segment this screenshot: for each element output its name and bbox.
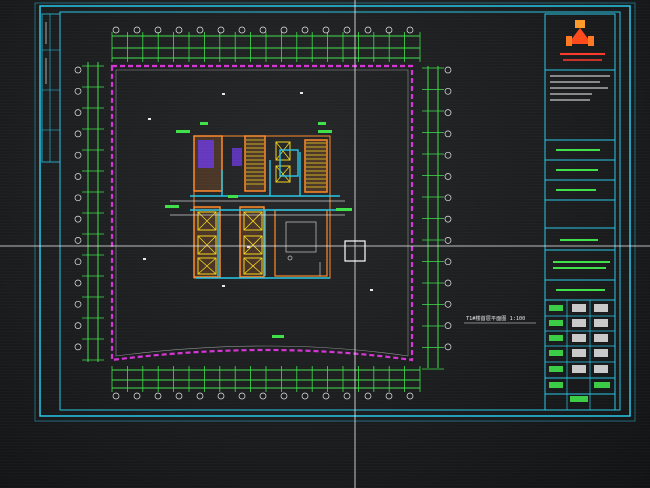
top-dimension-ticks [111,32,421,62]
grid-bubble-left [74,258,82,266]
plan-title-group: T1#楼首层平面图 1:100 [464,314,536,324]
grid-bubble-left [74,151,82,159]
grid-bubble-top [406,26,414,34]
grid-bubble-bottom [280,392,288,400]
logo-icon [566,20,594,46]
grid-bubble-right [444,151,452,159]
cad-viewport[interactable]: T1#楼首层平面图 1:100 [0,0,650,488]
grid-bubble-bottom [322,392,330,400]
grid-bubble-right [444,109,452,116]
grid-bubble-top [196,26,204,34]
grid-bubble-top [322,26,330,34]
grid-bubble-left [74,237,82,244]
grid-bubble-left [74,130,82,138]
elevator-shaft [275,165,291,183]
grid-bubble-top [364,26,372,34]
grid-bubble-left [74,215,82,223]
bottom-dimension-ticks [111,366,421,392]
grid-bubble-bottom [133,392,141,400]
grid-bubble-bottom [385,392,393,400]
core-walls [193,135,331,279]
drawing-canvas[interactable]: T1#楼首层平面图 1:100 [0,0,650,488]
grid-bubble-right [444,279,452,287]
grid-bubble-bottom [343,392,351,400]
grid-bubble-bottom [406,392,414,400]
grid-bubble-left [74,173,82,180]
grid-bubble-bottom [196,392,204,400]
grid-bubble-top [259,26,267,34]
grid-bubble-left [74,322,82,329]
grid-bubble-right [444,322,452,329]
grid-bubble-bottom [238,392,246,400]
grid-bubble-bottom [112,392,120,400]
grid-bubble-top [343,26,351,34]
grid-bubble-right [444,237,452,244]
right-dimension-ticks [422,67,444,370]
grid-bubble-bottom [259,392,267,400]
grid-bubble-left [74,109,82,116]
grid-bubble-right [444,258,452,266]
grid-bubble-right [444,343,452,351]
grid-bubble-left [74,66,82,74]
grid-bubble-top [217,26,225,34]
grid-bubble-left [74,87,82,95]
grid-bubble-right [444,87,452,95]
left-dimension-lines [87,62,99,362]
grid-bubble-right [444,173,452,180]
grid-bubble-top [175,26,183,34]
title-block [544,13,616,411]
grid-bubble-bottom [301,392,309,400]
grid-bubble-right [444,194,452,202]
grid-bubble-bottom [364,392,372,400]
grid-bubble-bottom [217,392,225,400]
grid-bubble-left [74,194,82,202]
grid-bubble-left [74,343,82,351]
grid-bubble-top [301,26,309,34]
elevator-shaft [275,141,291,161]
grid-bubble-right [444,66,452,74]
grid-bubble-right [444,215,452,223]
grid-bubble-top [133,26,141,34]
grid-bubble-bottom [154,392,162,400]
grid-bubble-right [444,130,452,138]
grid-bubble-top [280,26,288,34]
grid-bubble-left [74,300,82,308]
left-dimension-ticks [82,65,104,361]
left-binding-strip [41,13,61,163]
grid-bubble-top [238,26,246,34]
grid-bubble-left [74,279,82,287]
grid-bubble-top [112,26,120,34]
grid-bubble-right [444,300,452,308]
grid-bubble-bottom [175,392,183,400]
plan-title: T1#楼首层平面图 1:100 [466,314,525,322]
